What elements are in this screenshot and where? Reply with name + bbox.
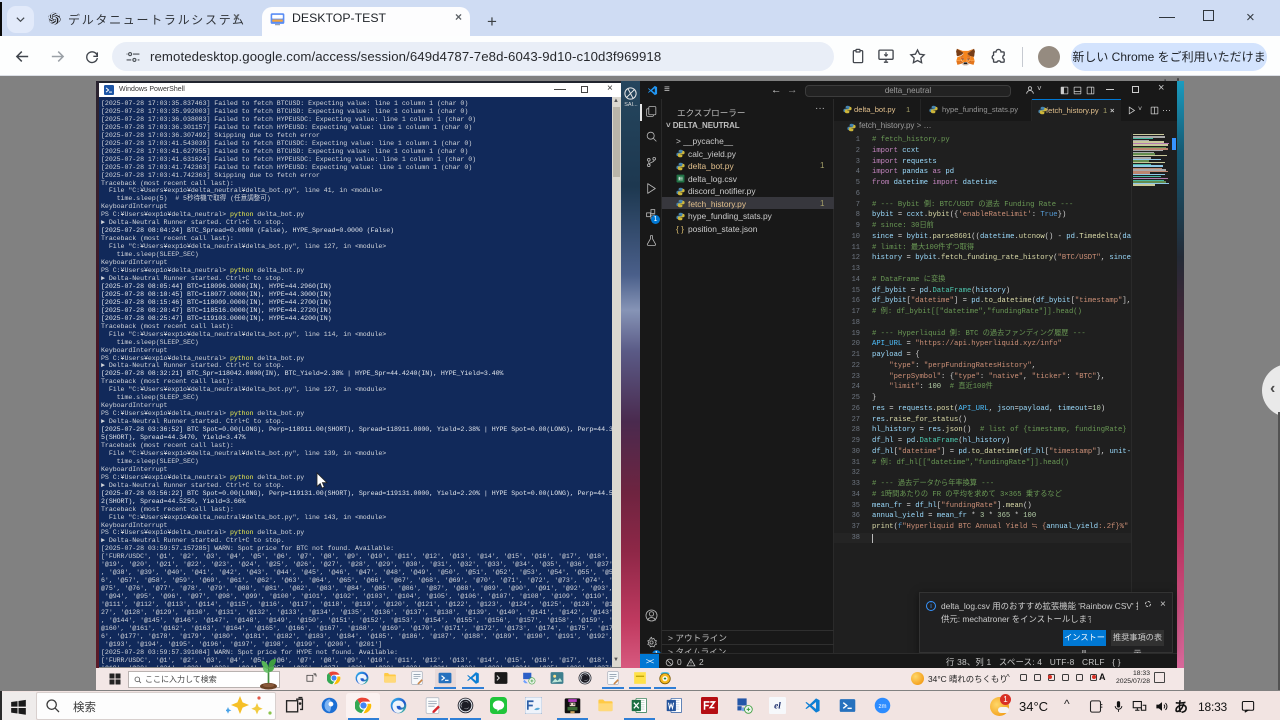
svg-text:el: el	[774, 700, 781, 710]
svg-text:zm: zm	[878, 704, 886, 710]
